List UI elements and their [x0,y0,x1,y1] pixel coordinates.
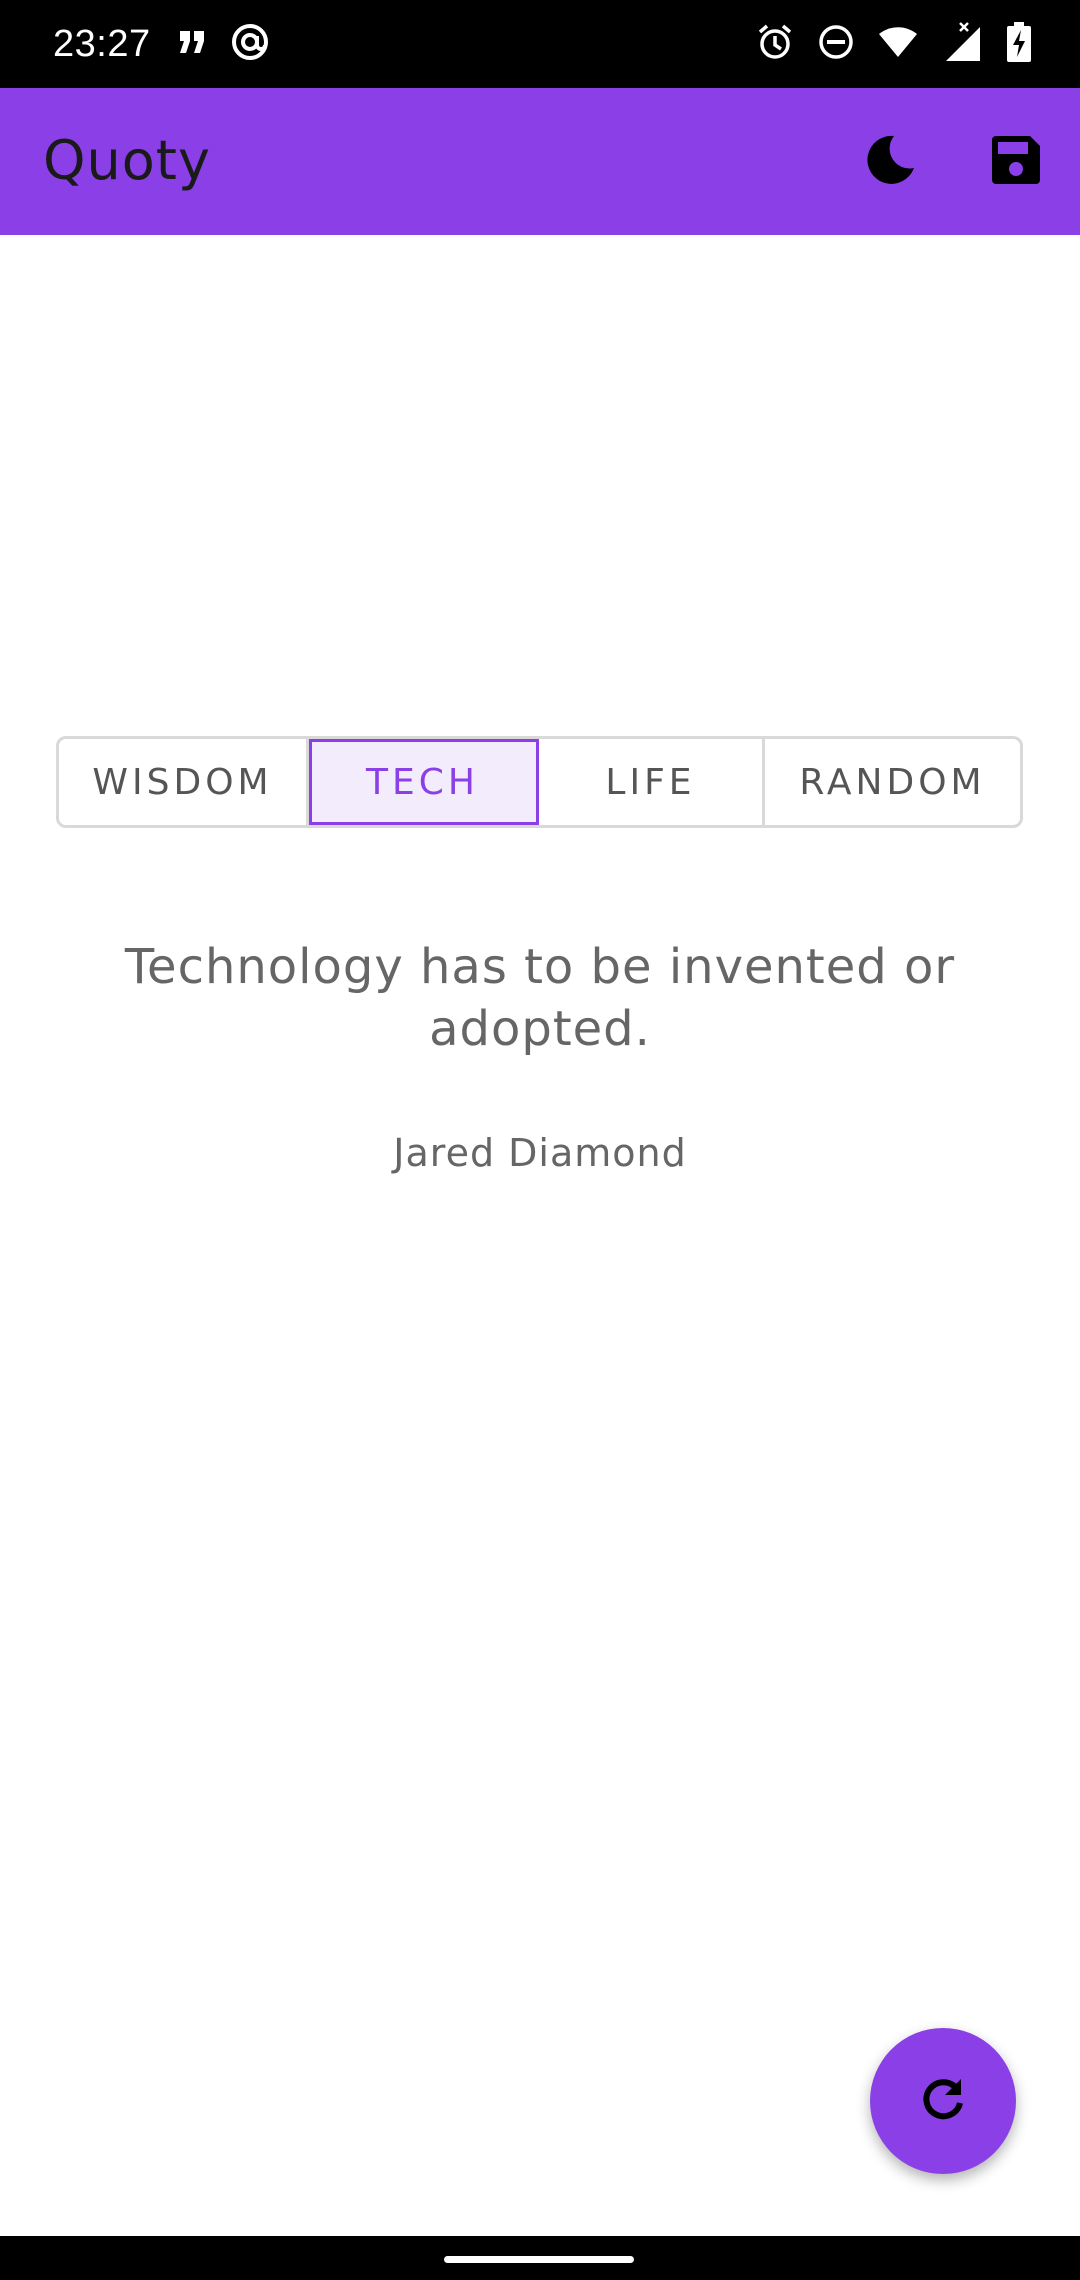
app-bar: Quoty [0,88,1080,235]
navigation-bar [0,2236,1080,2280]
dark-mode-button[interactable] [860,132,920,192]
refresh-quote-button[interactable] [870,2028,1016,2174]
save-icon [990,134,1042,190]
quote-notification-icon [178,29,206,59]
moon-icon [864,134,916,190]
at-sign-notification-icon [230,22,270,66]
category-wisdom-button[interactable]: WISDOM [59,739,309,825]
category-random-button[interactable]: RANDOM [765,739,1020,825]
category-toggle-group: WISDOM TECH LIFE RANDOM [56,736,1023,828]
status-bar: 23:27 [0,0,1080,88]
battery-charging-icon [1006,22,1032,66]
do-not-disturb-icon [818,24,854,64]
wifi-icon [878,25,918,63]
home-gesture-handle[interactable] [444,2256,634,2263]
quote-author: Jared Diamond [393,1131,687,1175]
status-notification-icons [178,24,270,64]
category-tech-button[interactable]: TECH [309,739,539,825]
status-time: 23:27 [53,23,151,65]
app-title: Quoty [43,129,211,192]
alarm-icon [756,23,794,65]
cell-signal-icon [942,21,982,67]
category-life-button[interactable]: LIFE [539,739,765,825]
status-system-icons [756,22,1032,66]
quote-text: Technology has to be invented or adopted… [124,939,956,1057]
save-button[interactable] [986,132,1046,192]
refresh-icon [919,2075,967,2127]
